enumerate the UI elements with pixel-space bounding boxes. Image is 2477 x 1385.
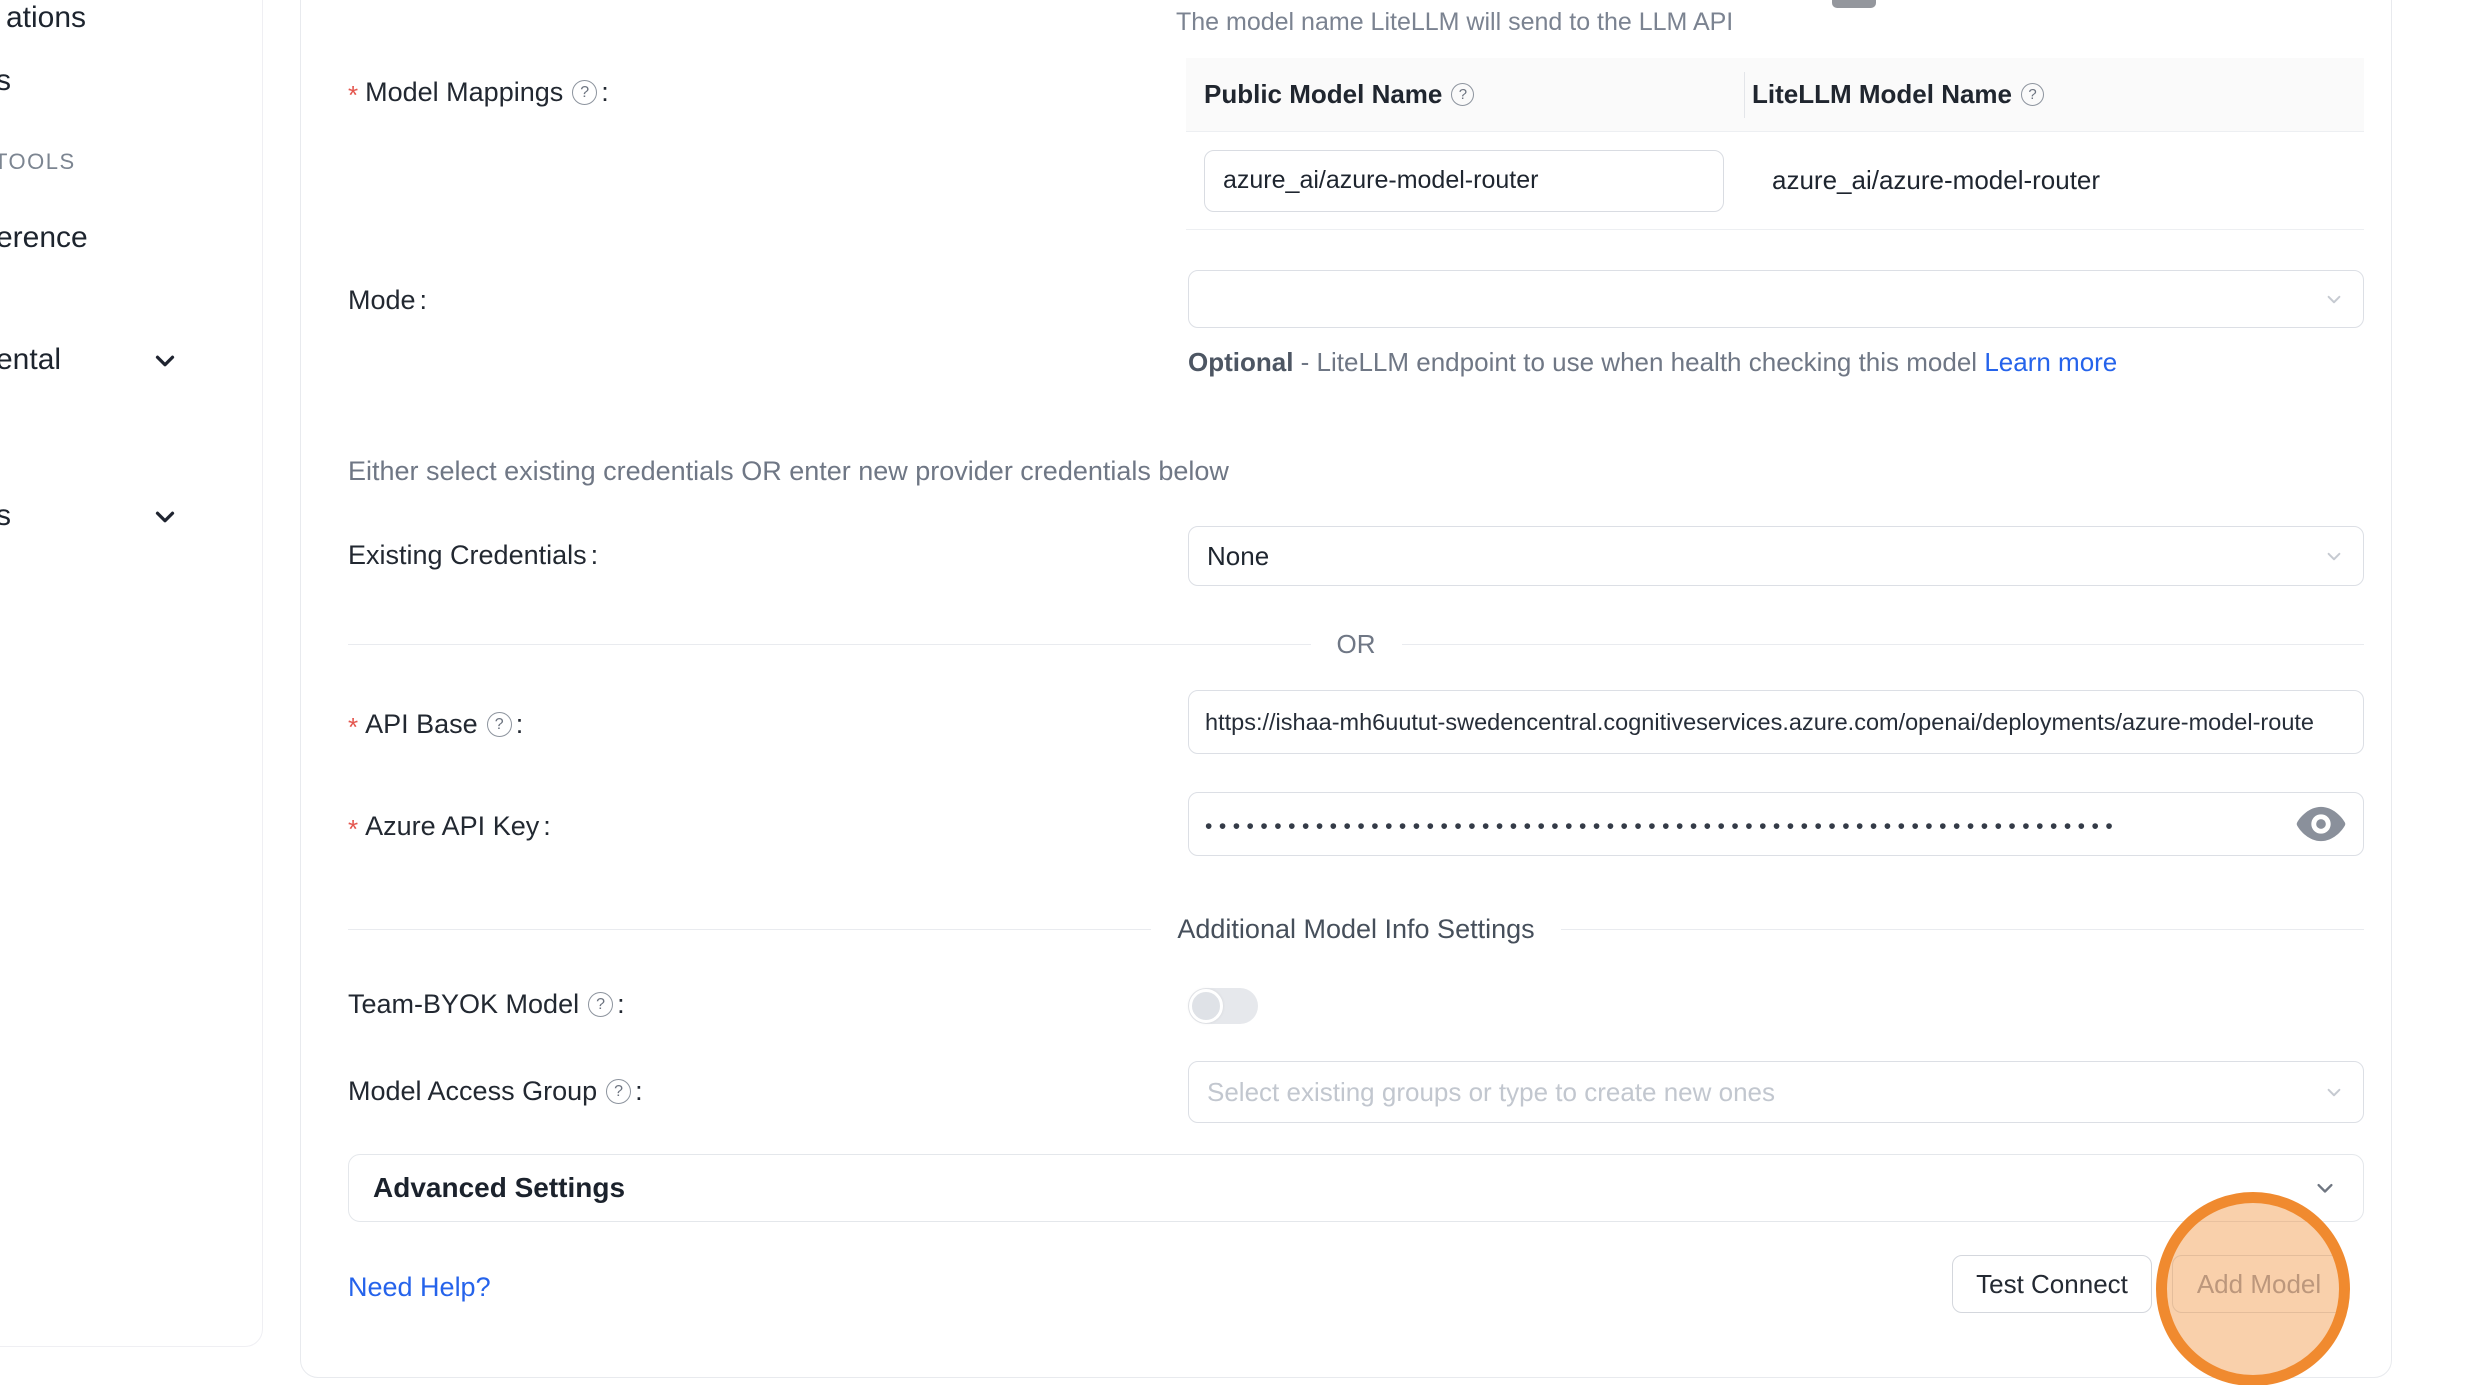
label-colon: : bbox=[591, 540, 599, 571]
required-asterisk: * bbox=[348, 74, 358, 111]
advanced-settings-panel[interactable]: Advanced Settings bbox=[348, 1154, 2364, 1222]
label-colon: : bbox=[601, 77, 609, 108]
help-circle-icon[interactable]: ? bbox=[487, 712, 512, 737]
label-text: Model Access Group bbox=[348, 1076, 597, 1107]
existing-credentials-value: None bbox=[1207, 541, 1269, 572]
label-colon: : bbox=[635, 1076, 643, 1107]
model-access-group-placeholder: Select existing groups or type to create… bbox=[1207, 1077, 1775, 1108]
column-header-text: Public Model Name bbox=[1204, 79, 1442, 110]
chevron-down-icon bbox=[2321, 543, 2347, 569]
divider-line bbox=[348, 929, 1151, 930]
model-mappings-table-row: azure_ai/azure-model-router bbox=[1186, 132, 2364, 230]
label-text: Model Mappings bbox=[365, 77, 563, 108]
sidebar-item-label: ations bbox=[6, 1, 86, 34]
cutoff-element-fragment bbox=[1832, 0, 1876, 8]
sidebar-item-erence[interactable]: erence bbox=[0, 221, 88, 255]
divider-text: OR bbox=[1311, 629, 1402, 660]
help-circle-icon[interactable]: ? bbox=[588, 992, 613, 1017]
need-help-link[interactable]: Need Help? bbox=[348, 1272, 491, 1303]
help-circle-icon[interactable]: ? bbox=[2021, 83, 2044, 106]
sidebar-item-label: s bbox=[0, 64, 11, 97]
masked-password-value: ••••••••••••••••••••••••••••••••••••••••… bbox=[1205, 809, 2245, 839]
required-asterisk: * bbox=[348, 706, 358, 743]
add-model-page: ations s TOOLS erence ental s The model … bbox=[0, 0, 2477, 1385]
required-asterisk: * bbox=[348, 808, 358, 845]
team-byok-label: Team-BYOK Model ? : bbox=[348, 989, 625, 1020]
help-bold: Optional bbox=[1188, 347, 1293, 377]
help-circle-icon[interactable]: ? bbox=[572, 80, 597, 105]
litellm-model-name-value: azure_ai/azure-model-router bbox=[1772, 165, 2100, 196]
chevron-down-icon bbox=[2321, 286, 2347, 312]
api-base-value: https://ishaa-mh6uutut-swedencentral.cog… bbox=[1205, 709, 2314, 736]
advanced-settings-title: Advanced Settings bbox=[373, 1172, 625, 1204]
column-divider bbox=[1744, 72, 1745, 118]
credentials-hint: Either select existing credentials OR en… bbox=[348, 456, 1229, 487]
model-mappings-label: * Model Mappings ? : bbox=[348, 74, 609, 111]
model-access-group-label: Model Access Group ? : bbox=[348, 1076, 643, 1107]
azure-api-key-label: * Azure API Key : bbox=[348, 808, 551, 845]
help-circle-icon[interactable]: ? bbox=[606, 1079, 631, 1104]
divider-line bbox=[348, 644, 1311, 645]
label-colon: : bbox=[617, 989, 625, 1020]
sidebar-item-ations[interactable]: ations bbox=[6, 1, 86, 35]
label-text: Azure API Key bbox=[365, 811, 539, 842]
sidebar-section-label: TOOLS bbox=[0, 149, 76, 174]
divider-line bbox=[1402, 644, 2365, 645]
or-divider: OR bbox=[348, 629, 2364, 660]
chevron-down-icon[interactable] bbox=[150, 346, 180, 376]
additional-settings-divider: Additional Model Info Settings bbox=[348, 914, 2364, 945]
sidebar bbox=[0, 0, 263, 1347]
column-header-public-model-name: Public Model Name ? bbox=[1186, 79, 1734, 110]
sidebar-item-label: erence bbox=[0, 221, 88, 254]
column-header-text: LiteLLM Model Name bbox=[1752, 79, 2012, 110]
help-circle-icon[interactable]: ? bbox=[1451, 83, 1474, 106]
api-base-input[interactable]: https://ishaa-mh6uutut-swedencentral.cog… bbox=[1188, 690, 2364, 754]
sidebar-section-tools: TOOLS bbox=[0, 149, 76, 175]
model-mappings-table: Public Model Name ? LiteLLM Model Name ?… bbox=[1186, 58, 2364, 230]
help-rest: - LiteLLM endpoint to use when health ch… bbox=[1293, 347, 1984, 377]
sidebar-item-s1[interactable]: s bbox=[0, 64, 11, 98]
add-model-button[interactable]: Add Model bbox=[2172, 1255, 2346, 1313]
chevron-down-icon bbox=[2311, 1174, 2339, 1202]
model-mappings-table-header: Public Model Name ? LiteLLM Model Name ? bbox=[1186, 58, 2364, 132]
azure-api-key-input[interactable]: ••••••••••••••••••••••••••••••••••••••••… bbox=[1188, 792, 2364, 856]
litellm-model-name-hint: The model name LiteLLM will send to the … bbox=[1176, 8, 1733, 37]
learn-more-link[interactable]: Learn more bbox=[1984, 347, 2117, 377]
label-text: API Base bbox=[365, 709, 478, 740]
team-byok-toggle[interactable] bbox=[1188, 988, 1258, 1024]
mode-select[interactable] bbox=[1188, 270, 2364, 328]
public-model-name-input[interactable] bbox=[1204, 150, 1724, 212]
label-colon: : bbox=[420, 285, 428, 316]
sidebar-item-s2[interactable]: s bbox=[0, 499, 11, 533]
column-header-litellm-model-name: LiteLLM Model Name ? bbox=[1734, 79, 2044, 110]
divider-line bbox=[1561, 929, 2364, 930]
sidebar-item-label: s bbox=[0, 499, 11, 532]
chevron-down-icon bbox=[2321, 1079, 2347, 1105]
existing-credentials-select[interactable]: None bbox=[1188, 526, 2364, 586]
label-text: Existing Credentials bbox=[348, 540, 587, 571]
divider-text: Additional Model Info Settings bbox=[1151, 914, 1560, 945]
chevron-down-icon[interactable] bbox=[150, 502, 180, 532]
api-base-label: * API Base ? : bbox=[348, 706, 523, 743]
sidebar-item-ental[interactable]: ental bbox=[0, 343, 61, 377]
mode-help-text: Optional - LiteLLM endpoint to use when … bbox=[1188, 342, 2223, 383]
toggle-knob bbox=[1189, 989, 1223, 1023]
label-text: Mode bbox=[348, 285, 416, 316]
model-access-group-select[interactable]: Select existing groups or type to create… bbox=[1188, 1061, 2364, 1123]
sidebar-item-label: ental bbox=[0, 343, 61, 376]
label-colon: : bbox=[516, 709, 524, 740]
label-text: Team-BYOK Model bbox=[348, 989, 579, 1020]
label-colon: : bbox=[543, 811, 551, 842]
test-connect-button[interactable]: Test Connect bbox=[1952, 1255, 2152, 1313]
existing-credentials-label: Existing Credentials : bbox=[348, 540, 598, 571]
eye-icon[interactable] bbox=[2293, 802, 2349, 846]
mode-label: Mode : bbox=[348, 285, 427, 316]
